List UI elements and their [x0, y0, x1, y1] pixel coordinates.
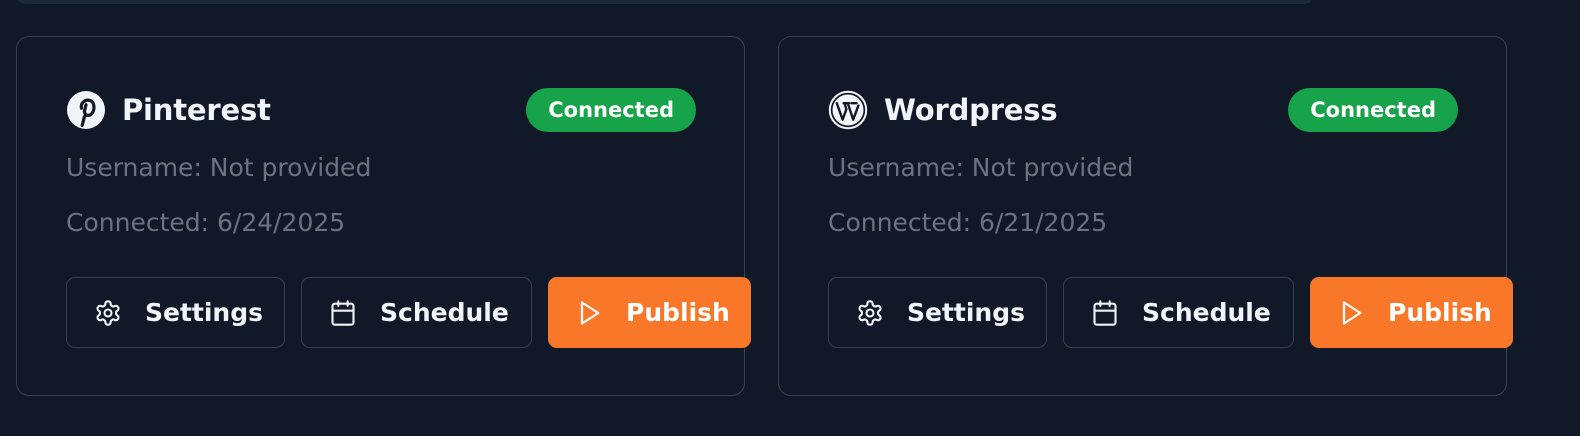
username-text: Username: Not provided — [828, 153, 1134, 182]
gear-icon — [93, 298, 123, 328]
card-header: Wordpress — [828, 88, 1058, 132]
integration-card-pinterest: Pinterest Connected Username: Not provid… — [16, 36, 751, 396]
platform-name: Pinterest — [122, 93, 271, 127]
calendar-icon — [328, 298, 358, 328]
settings-label: Settings — [145, 298, 264, 327]
settings-button[interactable]: Settings — [66, 277, 285, 348]
pinterest-icon — [66, 90, 106, 130]
connected-date-text: Connected: 6/21/2025 — [828, 208, 1108, 237]
card-header: Pinterest — [66, 88, 271, 132]
calendar-icon — [1090, 298, 1120, 328]
publish-label: Publish — [1388, 298, 1492, 327]
platform-name: Wordpress — [884, 93, 1058, 127]
settings-button[interactable]: Settings — [828, 277, 1047, 348]
schedule-button[interactable]: Schedule — [1063, 277, 1294, 348]
publish-button[interactable]: Publish — [548, 277, 751, 348]
status-badge: Connected — [526, 88, 696, 132]
connected-date-text: Connected: 6/24/2025 — [66, 208, 346, 237]
schedule-label: Schedule — [1142, 298, 1271, 327]
publish-button[interactable]: Publish — [1310, 277, 1513, 348]
top-panel-edge — [16, 0, 1314, 4]
wordpress-icon — [828, 90, 868, 130]
username-text: Username: Not provided — [66, 153, 372, 182]
schedule-button[interactable]: Schedule — [301, 277, 532, 348]
publish-label: Publish — [626, 298, 730, 327]
status-badge: Connected — [1288, 88, 1458, 132]
settings-label: Settings — [907, 298, 1026, 327]
schedule-label: Schedule — [380, 298, 509, 327]
play-icon — [1336, 298, 1366, 328]
play-icon — [574, 298, 604, 328]
integration-card-wordpress: Wordpress Connected Username: Not provid… — [778, 36, 1513, 396]
gear-icon — [855, 298, 885, 328]
